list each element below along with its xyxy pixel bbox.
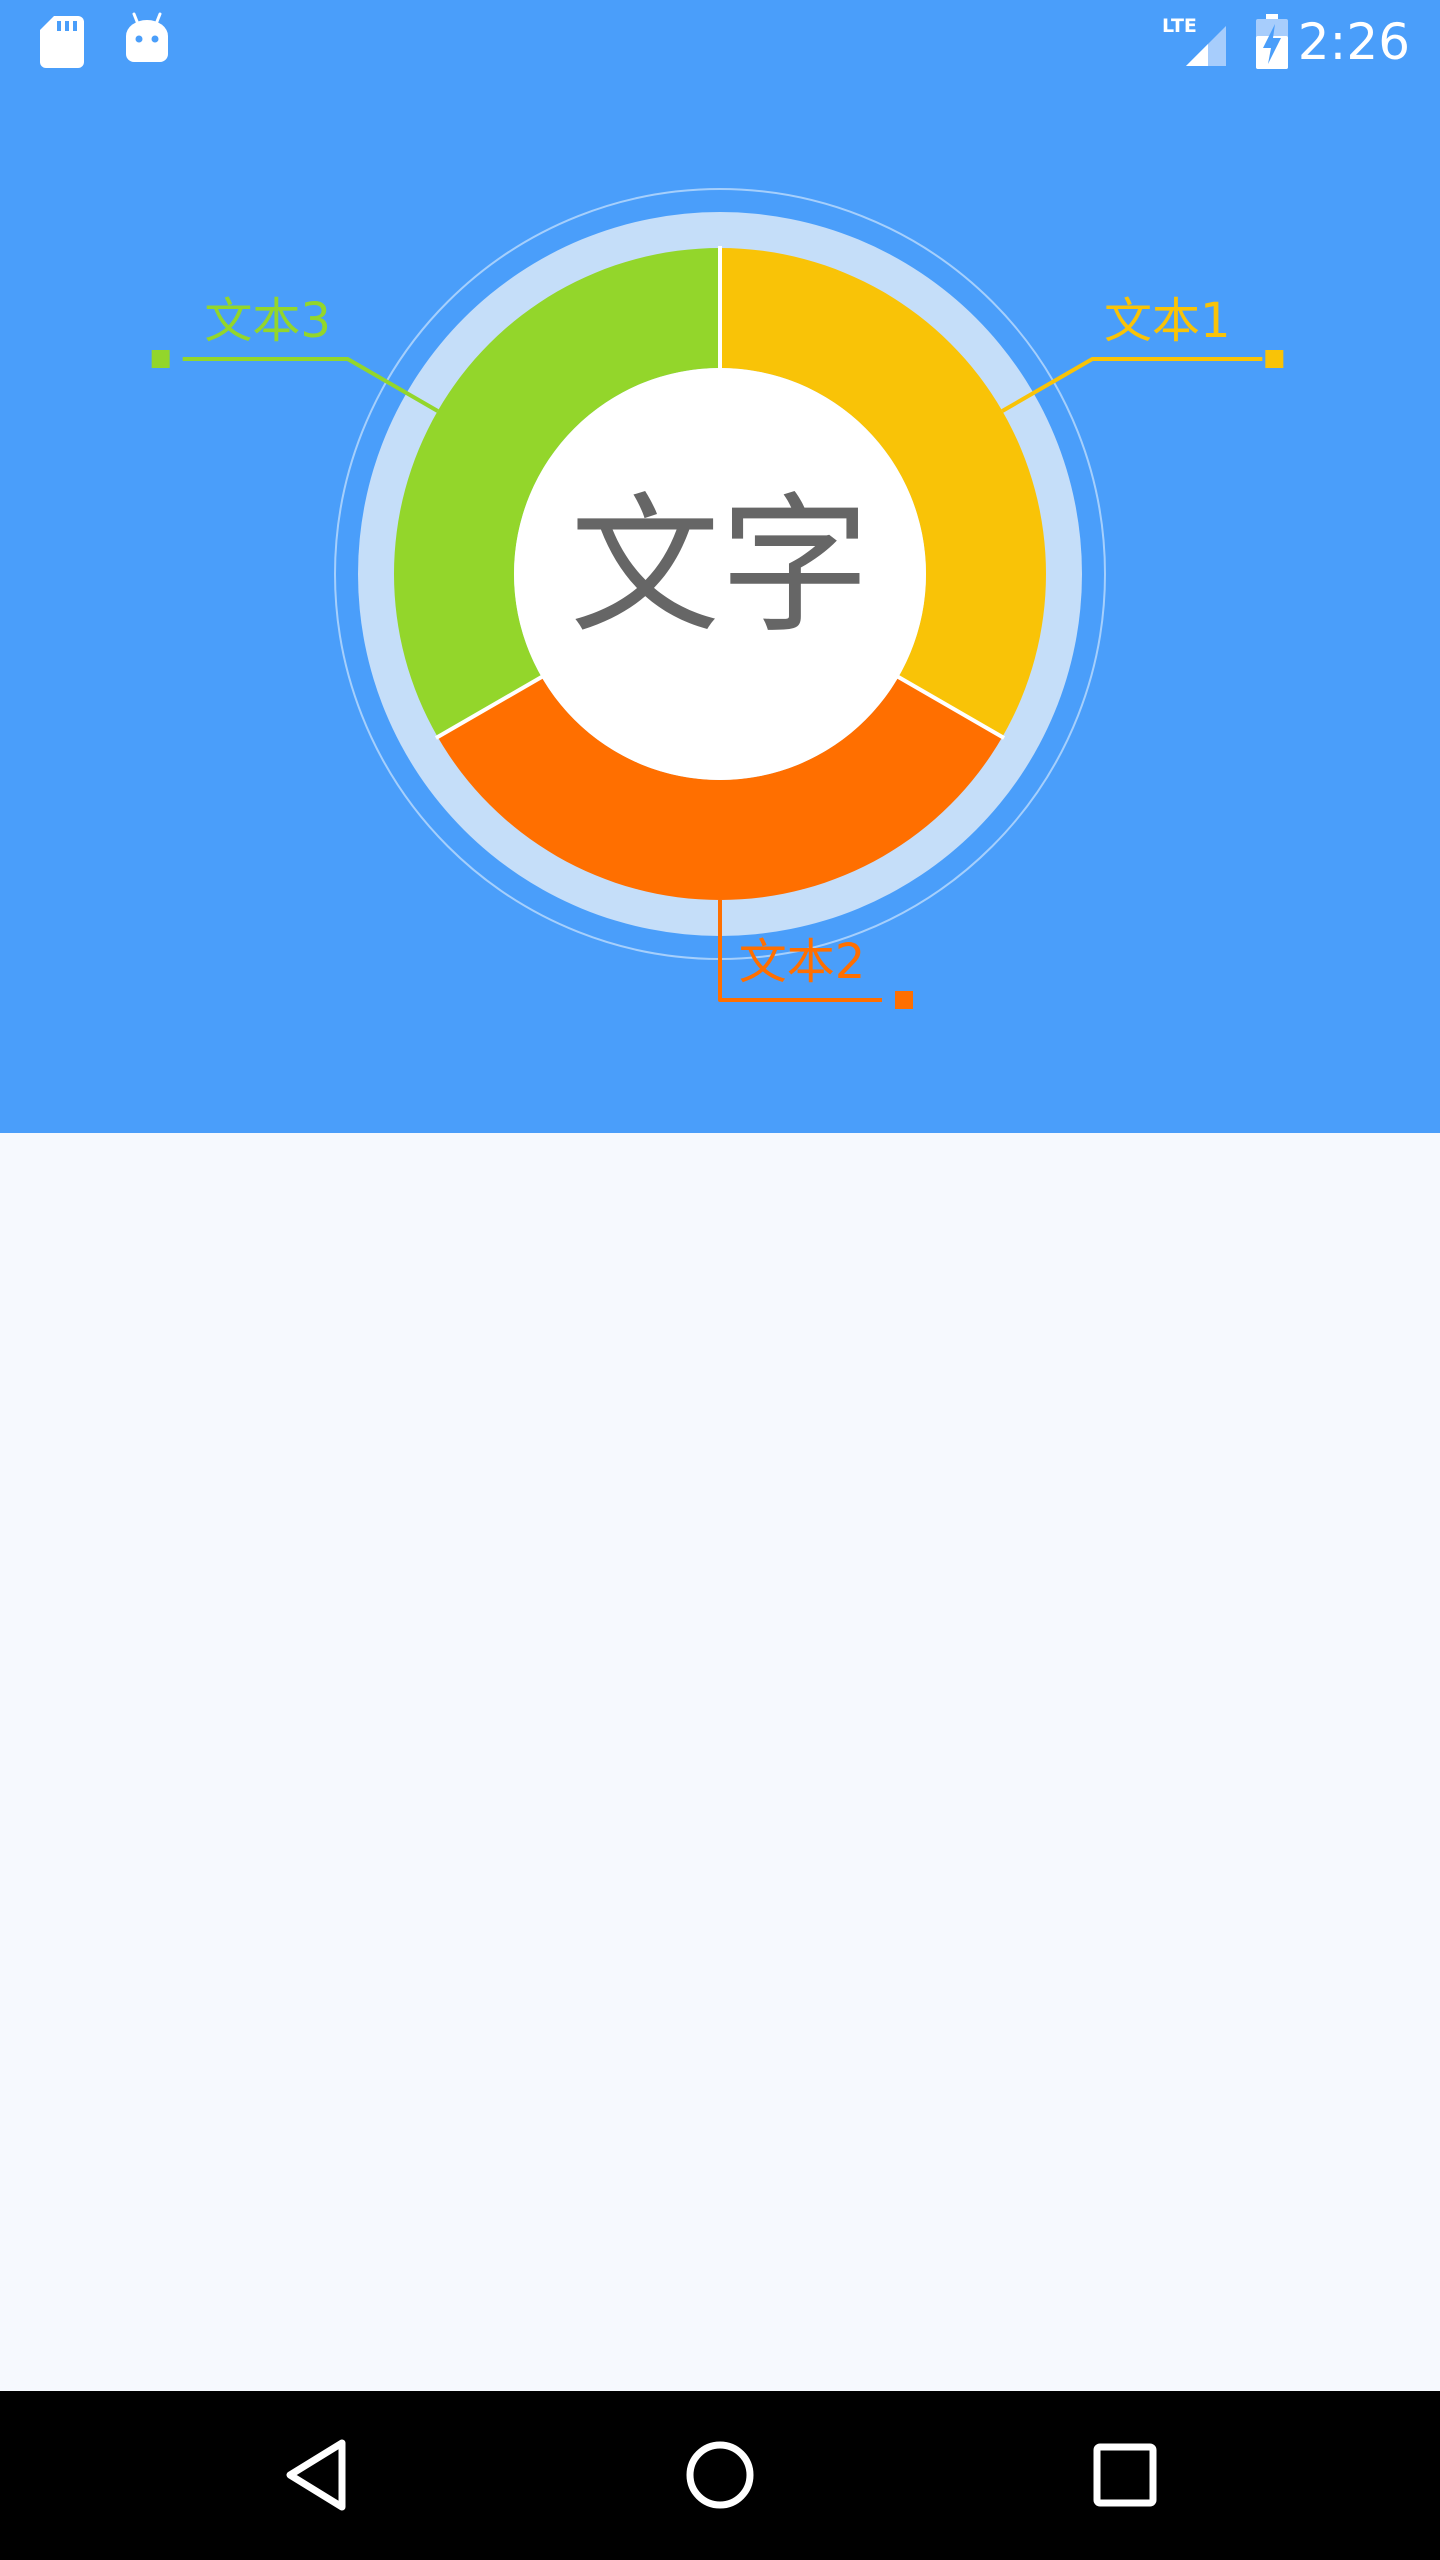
callout-marker-2	[895, 991, 913, 1009]
network-label: LTE	[1162, 15, 1197, 37]
callout-line-3	[182, 357, 439, 413]
slice-label-1: 文本1	[1104, 293, 1231, 349]
lte-signal-icon: LTE	[1162, 15, 1226, 66]
navigation-bar	[0, 2391, 1440, 2560]
recents-icon[interactable]	[1075, 2425, 1175, 2525]
slice-label-3: 文本3	[204, 293, 331, 349]
chart-center-label: 文字	[570, 480, 870, 654]
callout-marker-3	[151, 350, 170, 368]
sd-card-icon	[40, 16, 84, 68]
home-icon[interactable]	[670, 2425, 770, 2525]
status-bar: LTE 2:26	[0, 0, 1440, 84]
app-screen: LTE 2:26 文字 文本1 文本2 文本3	[0, 0, 1440, 2560]
android-icon	[126, 12, 168, 62]
callout-marker-1	[1265, 350, 1284, 368]
callout-line-1	[1001, 357, 1263, 413]
battery-charging-icon	[1256, 14, 1288, 69]
header-panel: LTE 2:26 文字 文本1 文本2 文本3	[0, 0, 1440, 1133]
slice-label-2: 文本2	[739, 934, 866, 990]
status-time: 2:26	[1297, 13, 1410, 71]
back-icon[interactable]	[270, 2425, 370, 2525]
content-area	[0, 1133, 1440, 2391]
donut-chart: 文字 文本1 文本2 文本3	[151, 188, 1284, 1009]
